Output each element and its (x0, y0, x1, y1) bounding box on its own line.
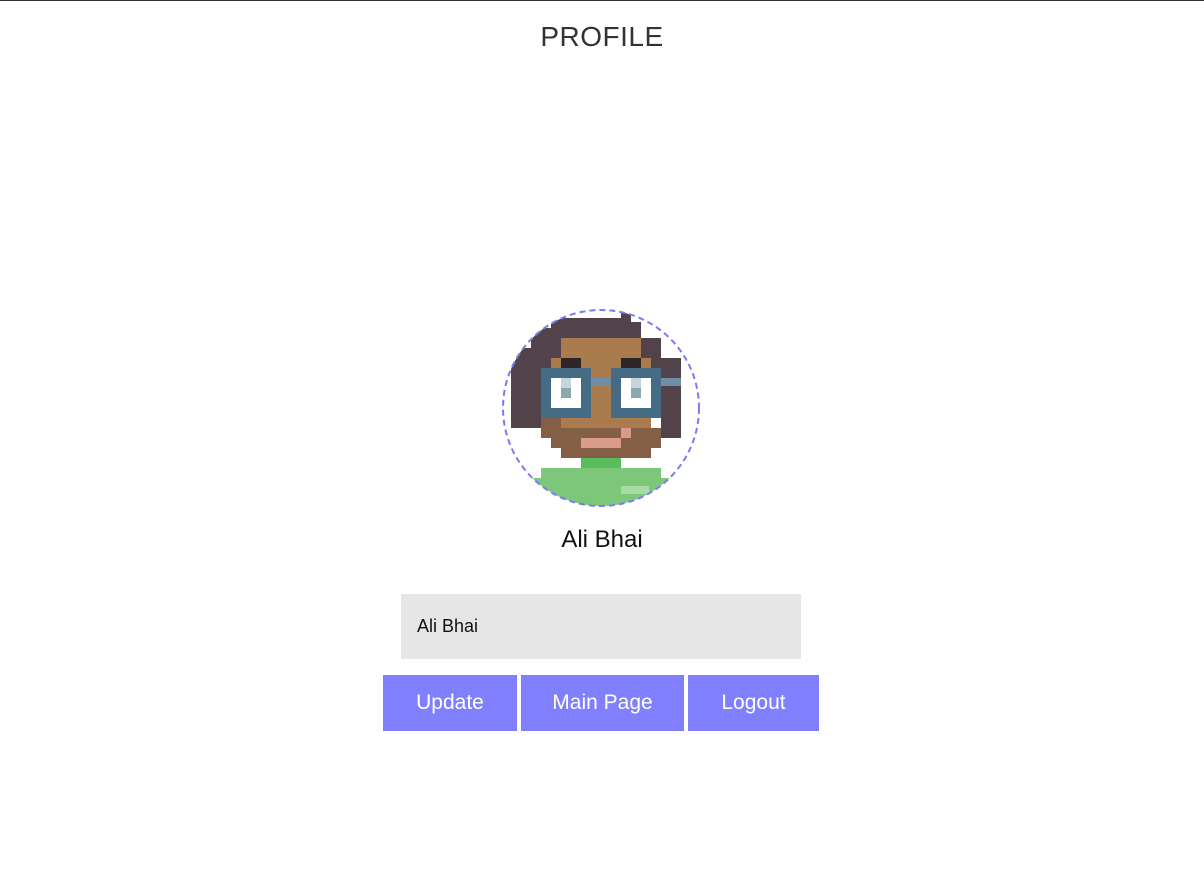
update-button[interactable]: Update (383, 675, 517, 731)
pixel-avatar-icon (502, 309, 700, 507)
main-page-button[interactable]: Main Page (521, 675, 684, 731)
logout-button[interactable]: Logout (688, 675, 819, 731)
profile-name: Ali Bhai (561, 526, 643, 553)
avatar (501, 308, 701, 508)
name-input[interactable] (401, 594, 801, 659)
page-title: PROFILE (540, 21, 664, 52)
top-divider (0, 0, 1204, 1)
